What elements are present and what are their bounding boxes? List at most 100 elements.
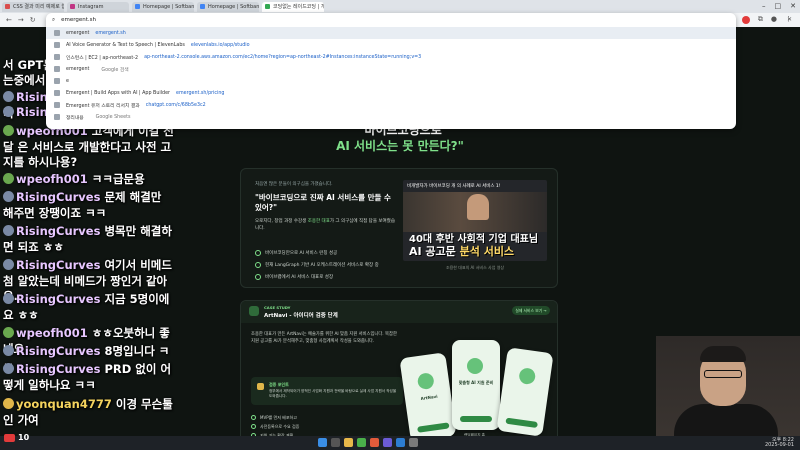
- suggestion-title: 정리내용: [66, 115, 84, 121]
- check-icon: [251, 424, 256, 429]
- video-caption-2-prefix: AI 공고문: [409, 245, 460, 258]
- chat-username: RisingCurves: [16, 292, 101, 306]
- browser-tab[interactable]: Homepage | Softbank Bays: [197, 1, 259, 12]
- user-badge-icon: [3, 327, 14, 338]
- user-badge-icon: [3, 345, 14, 356]
- address-input[interactable]: ⌕ emergent.sh: [46, 13, 736, 27]
- chat-message: wpeofh001 고객에게 이걸 전달 은 서비스로 개발한다고 사전 고지를…: [3, 124, 175, 171]
- app-icon[interactable]: [370, 438, 379, 447]
- hero-line-2: AI 서비스는 못 만든다?": [336, 139, 464, 153]
- validation-box: 검증 포인트 정부에서 제작되어가 양적인 사업화 지원과 전략을 바탕으로 실…: [251, 377, 403, 405]
- card-title: "바이브코딩으로 진짜 AI 서비스를 만들 수 있어?": [255, 193, 391, 212]
- phone-button: [460, 416, 492, 422]
- list-item-label: 바이브코딩만으로 AI 서비스 런칭 성공: [265, 251, 338, 256]
- suggestion-title: AI Voice Generator & Text to Speech | El…: [66, 42, 185, 48]
- chat-username: yoonquan4777: [16, 397, 112, 411]
- chat-message: wpeofh001 ㅋㅋ급문용: [3, 172, 175, 188]
- dismiss-icon[interactable]: ✕: [787, 16, 792, 23]
- search-icon: ⌕: [52, 16, 56, 23]
- reload-icon[interactable]: ↻: [30, 16, 36, 24]
- suggestion-url: chatgpt.com/c/68b5e3c2: [145, 102, 206, 108]
- record-icon[interactable]: [741, 16, 750, 24]
- suggestion-title: Emergent | Build Apps with AI | App Buil…: [66, 90, 171, 96]
- user-badge-icon: [3, 125, 14, 136]
- toolbar-actions: ⧉ ● ⋮: [741, 15, 792, 24]
- back-icon[interactable]: ←: [6, 16, 12, 24]
- chat-username: RisingCurves: [16, 362, 101, 376]
- case-study-title: ArtNavi - 아이디어 검증 단계: [264, 313, 338, 319]
- video-caption: 조용한 대표의 AI 서비스 사업 영상: [445, 265, 505, 270]
- list-item: 바이브랩에서 AI 서비스 대표로 성장: [255, 271, 379, 283]
- chat-message: RisingCurves 지금 5명이에요 ㅎㅎ: [3, 292, 175, 323]
- view-service-button[interactable]: 실제 서비스 보기 →: [512, 306, 550, 315]
- check-icon: [251, 415, 256, 420]
- suggestion-item[interactable]: e: [46, 75, 736, 87]
- phone-button: [505, 417, 538, 429]
- tab-label: Homepage | Softbank Bays: [208, 3, 259, 10]
- lightbulb-icon: [257, 383, 264, 390]
- webcam-overlay: [656, 336, 800, 442]
- browser-tab[interactable]: Instagram: [67, 1, 129, 12]
- card-body-highlight: 조용한 대표: [307, 219, 330, 224]
- forward-icon[interactable]: →: [18, 16, 24, 24]
- user-badge-icon: [3, 106, 14, 117]
- tab-favicon-icon: [135, 4, 140, 9]
- suggestion-item[interactable]: Emergent | Build Apps with AI | App Buil…: [46, 87, 736, 99]
- suggestion-item[interactable]: 정리내용 Google Sheets: [46, 111, 736, 123]
- case-study-icon: [249, 306, 259, 316]
- system-clock: 오후 8:22 2025-09-01: [765, 438, 794, 448]
- browser-tab[interactable]: Homepage | Softbank Bays: [132, 1, 194, 12]
- user-badge-icon: [3, 293, 14, 304]
- profile-icon[interactable]: ●: [771, 15, 777, 24]
- chat-message: yoonquan4777 이경 무슨툴인 가여: [3, 397, 175, 428]
- video-caption-2: AI 공고문 분석 서비스: [409, 243, 514, 259]
- suggestion-subtitle: Google Sheets: [95, 114, 131, 120]
- close-icon[interactable]: ✕: [790, 2, 796, 10]
- windows-start-icon[interactable]: [318, 438, 327, 447]
- browser-tab[interactable]: 코딩없는 레이드코딩 | 개발자 교육: [262, 1, 324, 12]
- suggestion-item[interactable]: emergent Google 검색: [46, 63, 736, 75]
- chat-username: RisingCurves: [16, 190, 101, 204]
- chrome-icon[interactable]: [357, 438, 366, 447]
- chat-username: RisingCurves: [16, 344, 101, 358]
- tab-favicon-icon: [265, 4, 270, 9]
- video-person: [467, 194, 489, 220]
- minimize-icon[interactable]: –: [762, 2, 766, 10]
- viewer-count: 10: [18, 433, 30, 442]
- achievement-list: 바이브코딩만으로 AI 서비스 런칭 성공 현재 LangGraph 기반 AI…: [255, 247, 379, 283]
- search-icon[interactable]: [331, 438, 340, 447]
- browser-tab[interactable]: CSS 결과 미리 예제로 웹다펌 블록 보기: [2, 1, 64, 12]
- app-icon[interactable]: [383, 438, 392, 447]
- suggestion-favicon-icon: [54, 114, 60, 120]
- user-badge-icon: [3, 91, 14, 102]
- file-explorer-icon[interactable]: [344, 438, 353, 447]
- window-controls: – □ ✕: [762, 2, 796, 10]
- address-bar-dropdown: ⌕ emergent.sh emergent emergent.sh AI Voic…: [46, 13, 736, 129]
- app-icon[interactable]: [409, 438, 418, 447]
- video-caption-2-highlight: 분석 서비스: [459, 245, 515, 258]
- extensions-icon[interactable]: ⧉: [758, 15, 763, 24]
- webcam-person-hair: [700, 346, 746, 362]
- suggestion-item[interactable]: emergent emergent.sh: [46, 27, 736, 39]
- chat-message: RisingCurves 병목만 해결하면 되죠 ㅎㅎ: [3, 224, 175, 255]
- video-thumbnail[interactable]: 비개발자가 바이브코딩 개 의 사례로 AI 서비스 1! 40대 후반 사회적…: [403, 180, 547, 261]
- taskbar-apps: [318, 438, 418, 447]
- address-text: emergent.sh: [61, 17, 97, 23]
- maximize-icon[interactable]: □: [775, 2, 782, 10]
- suggestion-favicon-icon: [54, 102, 60, 108]
- phone-text: [506, 387, 546, 393]
- suggestion-favicon-icon: [54, 66, 60, 72]
- screen: CSS 결과 미리 예제로 웹다펌 블록 보기 Instagram Homepage…: [0, 0, 800, 450]
- list-item: 사전등록으로 수요 검증: [251, 422, 299, 431]
- app-logo-icon: [467, 358, 483, 374]
- case-study-header: CASE STUDY ArtNavi - 아이디어 검증 단계: [241, 301, 557, 323]
- app-logo-icon: [518, 367, 537, 386]
- check-icon: [255, 262, 261, 268]
- user-badge-icon: [3, 398, 14, 409]
- app-icon[interactable]: [396, 438, 405, 447]
- suggestion-item[interactable]: 인스턴스 | EC2 | ap-northeast-2 ap-northeast-…: [46, 51, 736, 63]
- suggestion-item[interactable]: Emergent 유저 스토리 리서치 결과 chatgpt.com/c/68b5…: [46, 99, 736, 111]
- video-title: 비개발자가 바이브코딩 개 의 사례로 AI 서비스 1!: [407, 184, 501, 189]
- suggestion-item[interactable]: AI Voice Generator & Text to Speech | El…: [46, 39, 736, 51]
- youtube-icon: [4, 433, 15, 442]
